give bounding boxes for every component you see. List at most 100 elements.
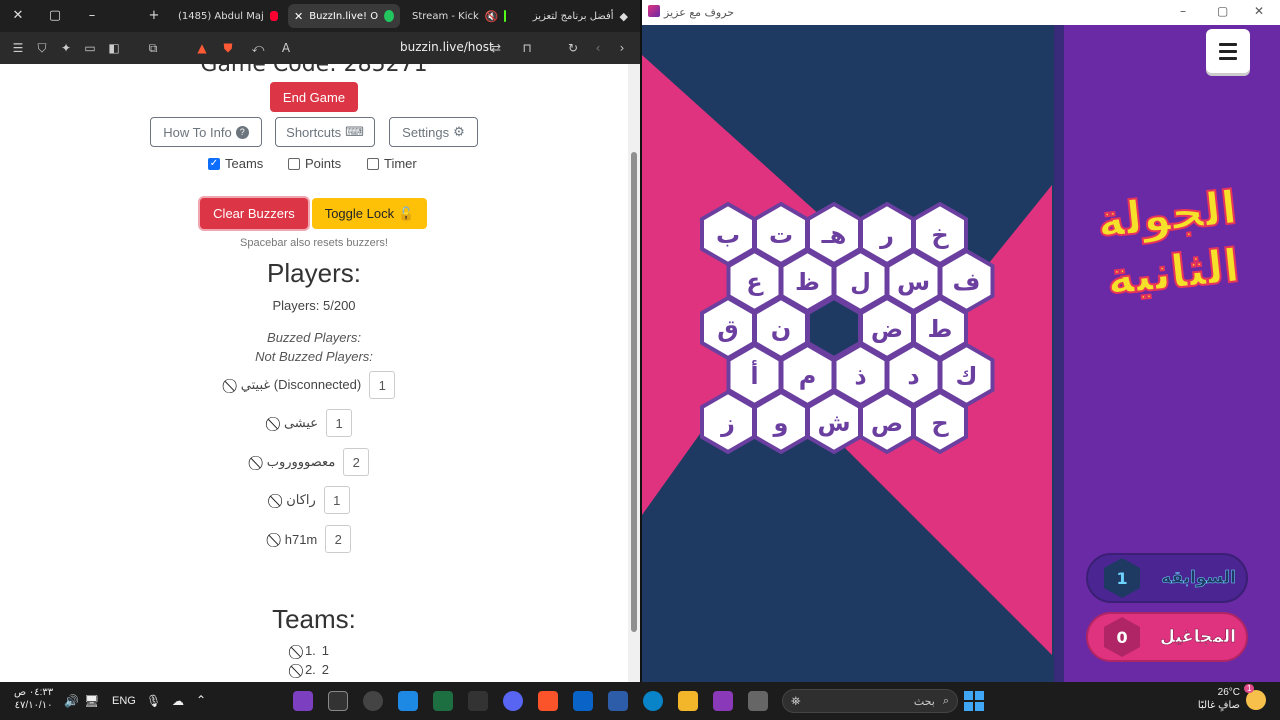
checkbox-icon <box>288 157 300 170</box>
page-scrollbar[interactable] <box>628 64 640 682</box>
volume-icon[interactable]: 🔊 <box>64 694 79 708</box>
how-to-label: How To Info <box>163 124 232 140</box>
letter-cell[interactable]: ش <box>806 389 862 455</box>
hex-letter: ت <box>769 221 793 249</box>
weather-desc: صافٍ غالبًا <box>1197 700 1240 711</box>
minimize-icon[interactable]: – <box>1180 4 1186 18</box>
app-m365-icon[interactable] <box>713 691 733 711</box>
tab-article[interactable]: ◆ أفضل برنامج لتعزيز <box>516 4 634 28</box>
mute-icon[interactable]: 🔇 <box>485 10 499 23</box>
players-heading: Players: <box>267 258 361 288</box>
brave-rewards-icon[interactable]: ▲ <box>192 38 212 58</box>
player-team-input[interactable]: 2 <box>343 448 370 476</box>
tab-buzzin[interactable]: ✕ BuzzIn.live! O <box>288 4 400 28</box>
maximize-icon[interactable]: ▢ <box>1217 4 1228 18</box>
wallet-icon[interactable]: ▭ <box>80 38 100 58</box>
app-blue-icon[interactable] <box>398 691 418 711</box>
game-code: Game Code: 285271 <box>200 64 428 77</box>
settings-label: Settings <box>402 124 450 140</box>
microphone-icon[interactable]: 🎙 <box>146 694 161 708</box>
reload-icon[interactable]: ↻ <box>563 38 583 58</box>
hex-letter: ق <box>717 315 738 343</box>
new-tab-icon[interactable]: + <box>144 6 164 26</box>
toggle-lock-button[interactable]: Toggle Lock 🔓 <box>312 198 427 229</box>
app-brave-icon[interactable] <box>538 691 558 711</box>
menu-icon[interactable]: ☰ <box>8 38 28 58</box>
hex-letter: ز <box>720 409 735 437</box>
chevron-up-icon[interactable]: ⌃ <box>196 693 206 707</box>
timer-checkbox[interactable]: Timer <box>367 156 417 171</box>
letter-cell[interactable]: و <box>753 389 809 455</box>
team-b-score-value: 0 <box>1104 617 1140 657</box>
app-sheets-icon[interactable] <box>433 691 453 711</box>
app-outlook-icon[interactable] <box>573 691 593 711</box>
hex-letter: ع <box>746 268 764 296</box>
app-taskview-icon[interactable] <box>748 691 768 711</box>
app-discord-icon[interactable] <box>503 691 523 711</box>
app-mv-icon[interactable] <box>328 691 348 711</box>
close-window-icon[interactable]: ✕ <box>8 6 28 26</box>
app-huroof-icon[interactable] <box>293 691 313 711</box>
hex-letter: د <box>907 362 919 390</box>
hex-letter: هـ <box>821 221 847 249</box>
settings-button[interactable]: Settings ⚙ <box>389 117 478 147</box>
scrollbar-thumb[interactable] <box>631 152 637 632</box>
shield-icon[interactable]: ⛉ <box>32 38 52 58</box>
app-store-icon[interactable] <box>608 691 628 711</box>
player-row: ⃠ معصوووروب 2 <box>0 448 628 476</box>
tab-kick[interactable]: Stream - Kick 🔇 <box>406 4 512 28</box>
clear-buzzers-button[interactable]: Clear Buzzers <box>200 198 308 229</box>
letter-cell[interactable]: ص <box>859 389 915 455</box>
team-b-score: المجاغيل 0 <box>1086 612 1248 662</box>
end-game-button[interactable]: End Game <box>270 82 358 112</box>
player-team-input[interactable]: 1 <box>369 371 396 399</box>
player-team-input[interactable]: 1 <box>323 486 350 514</box>
browser-window: ✕ ▢ – + (1485) Abdul Maj ✕ BuzzIn.live! … <box>0 0 640 682</box>
taskbar-search[interactable]: ⛯ بحث ⌕ <box>782 689 958 713</box>
weather-temp: 26°C <box>1217 687 1240 698</box>
brave-shields-icon[interactable]: ⛊ <box>218 38 238 58</box>
minimize-icon[interactable]: – <box>82 6 102 26</box>
sidebar-icon[interactable]: ◧ <box>104 38 124 58</box>
clock[interactable]: ٠٤:٣٣ ص ٤٧/١٠/١٠ <box>14 686 53 712</box>
hamburger-menu-button[interactable] <box>1206 29 1250 73</box>
forward-icon[interactable]: › <box>612 38 632 58</box>
app-capcut-icon[interactable] <box>468 691 488 711</box>
letter-cell[interactable]: ز <box>700 389 756 455</box>
bookmark-icon[interactable]: ⊓ <box>517 38 537 58</box>
back-icon[interactable]: ‹ <box>588 38 608 58</box>
app-icon <box>648 5 660 17</box>
search-placeholder: بحث <box>913 695 935 708</box>
how-to-info-button[interactable]: How To Info ? <box>150 117 262 147</box>
screenshot-icon[interactable]: ⧉ <box>143 38 163 58</box>
teams-checkbox[interactable]: ✓ Teams <box>208 156 263 171</box>
player-team-input[interactable]: 1 <box>326 409 353 437</box>
maximize-icon[interactable]: ▢ <box>45 6 65 26</box>
network-icon[interactable]: 🖥 <box>84 694 99 708</box>
extensions-icon[interactable]: ✦ <box>56 38 76 58</box>
team-name: 2 <box>321 662 330 677</box>
translate-icon[interactable]: A <box>276 38 296 58</box>
close-tab-icon[interactable]: ✕ <box>294 10 303 23</box>
close-window-icon[interactable]: ✕ <box>1254 4 1264 18</box>
language-indicator[interactable]: ENG <box>112 695 136 707</box>
site-settings-icon[interactable]: ⇄ <box>486 38 506 58</box>
kick-icon <box>504 10 506 22</box>
app-explorer-icon[interactable] <box>678 691 698 711</box>
share-icon[interactable]: ⤺ <box>248 38 268 58</box>
url-field[interactable]: buzzin.live/host <box>400 40 494 54</box>
shortcuts-button[interactable]: Shortcuts ⌨ <box>275 117 375 147</box>
letter-cell[interactable]: ح <box>912 389 968 455</box>
weather-widget[interactable]: 26°C صافٍ غالبًا <box>1196 686 1240 712</box>
app-obs-icon[interactable] <box>363 691 383 711</box>
player-team-input[interactable]: 2 <box>325 525 352 553</box>
unlock-icon: 🔓 <box>398 205 415 221</box>
windows-start-icon[interactable] <box>964 691 984 711</box>
tab-youtube[interactable]: (1485) Abdul Maj <box>172 4 284 28</box>
app-edge-icon[interactable] <box>643 691 663 711</box>
player-name: h71m <box>284 531 318 547</box>
hex-letter: س <box>897 268 930 296</box>
points-checkbox[interactable]: Points <box>288 156 341 171</box>
onedrive-icon[interactable]: ☁ <box>172 694 184 708</box>
lighthouse-icon: ⛯ <box>791 693 801 708</box>
